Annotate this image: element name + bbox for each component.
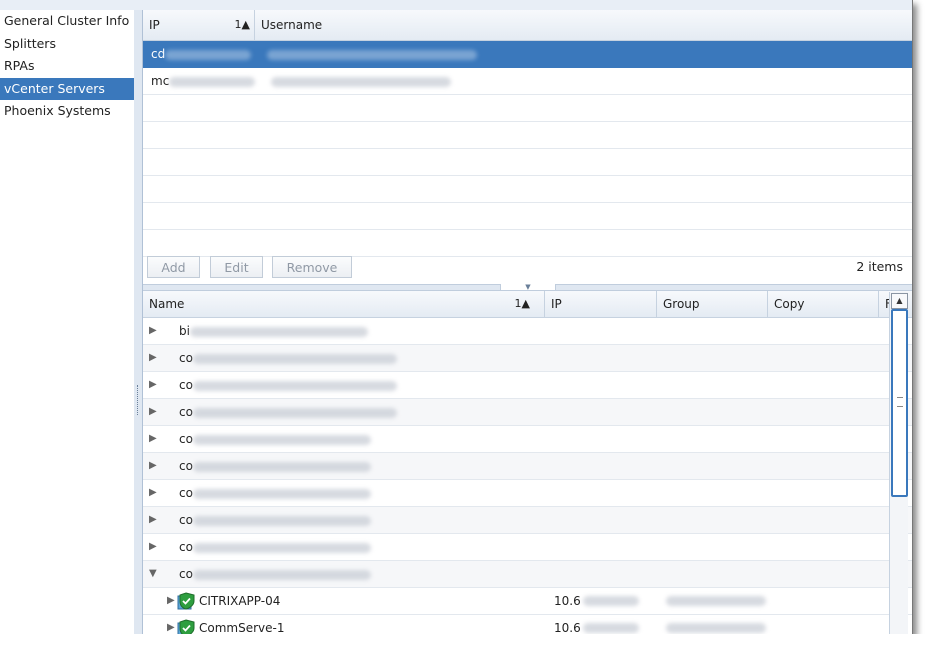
splitter-collapse-icon[interactable]: ▼ bbox=[500, 284, 556, 291]
vm-tree-header: Name 1▲ IP Group Copy F bbox=[143, 291, 912, 318]
redacted-ip bbox=[583, 623, 639, 633]
server-ip-cell: mc bbox=[151, 74, 170, 88]
expand-arrow-icon[interactable]: ▶ bbox=[149, 372, 157, 398]
redacted-ip bbox=[583, 596, 639, 606]
table-row[interactable]: mc bbox=[143, 68, 912, 95]
expand-arrow-icon[interactable]: ▶ bbox=[149, 345, 157, 371]
redacted-host bbox=[192, 542, 371, 553]
tree-row-host[interactable]: ▶ co bbox=[143, 534, 912, 561]
expand-arrow-icon[interactable]: ▶ bbox=[167, 615, 175, 634]
column-header-copy[interactable]: Copy bbox=[768, 291, 879, 317]
redacted-host bbox=[192, 407, 397, 418]
application-window: General Cluster Info Splitters RPAs vCen… bbox=[0, 0, 913, 635]
servers-table-body: cd mc bbox=[143, 41, 912, 257]
servers-table-header: IP 1▲ Username bbox=[143, 10, 912, 41]
redacted-host bbox=[192, 488, 371, 499]
vm-tree-body: ▶ bi ▶ co ▶ co ▶ co ▶ co ▶ co ▶ co ▶ co … bbox=[143, 318, 912, 634]
tree-row-host-expanded[interactable]: ▼ co bbox=[143, 561, 912, 588]
tree-row-host[interactable]: ▶ co bbox=[143, 453, 912, 480]
tree-row-host[interactable]: ▶ co bbox=[143, 399, 912, 426]
column-header-ip-label: IP bbox=[149, 18, 160, 32]
redacted-host bbox=[192, 353, 397, 364]
item-count: 2 items bbox=[856, 259, 903, 274]
vm-name: CITRIXAPP-04 bbox=[199, 594, 281, 608]
expand-arrow-icon[interactable]: ▶ bbox=[149, 453, 157, 479]
redacted-host bbox=[192, 434, 371, 445]
vm-ip: 10.6 bbox=[554, 621, 581, 634]
redacted-group bbox=[666, 623, 766, 633]
tree-row-host[interactable]: ▶ co bbox=[143, 345, 912, 372]
column-header-group-label: Group bbox=[663, 297, 700, 311]
expand-arrow-icon[interactable]: ▶ bbox=[149, 318, 157, 344]
sidebar-item-vcenter-servers[interactable]: vCenter Servers bbox=[0, 77, 134, 100]
scrollbar-thumb[interactable] bbox=[891, 309, 908, 497]
redacted-host bbox=[189, 326, 368, 337]
vm-name: CommServe-1 bbox=[199, 621, 285, 634]
main-panel: IP 1▲ Username cd mc Add Edit Remove 2 i… bbox=[143, 10, 912, 634]
sidebar-item-splitters[interactable]: Splitters bbox=[0, 33, 134, 56]
scroll-up-arrow-icon[interactable]: ▲ bbox=[891, 293, 908, 309]
tree-row-host[interactable]: ▶ co bbox=[143, 480, 912, 507]
expand-arrow-icon[interactable]: ▶ bbox=[149, 534, 157, 560]
expand-arrow-icon[interactable]: ▶ bbox=[149, 399, 157, 425]
server-ip-cell: cd bbox=[151, 47, 166, 61]
redacted-ip bbox=[165, 49, 252, 60]
vm-ip: 10.6 bbox=[554, 594, 581, 608]
sort-ascending-icon: 1▲ bbox=[514, 297, 530, 310]
vertical-scrollbar[interactable]: ▲ bbox=[889, 292, 908, 634]
redacted-host bbox=[192, 569, 371, 580]
sidebar-item-rpas[interactable]: RPAs bbox=[0, 55, 134, 78]
sidebar: General Cluster Info Splitters RPAs vCen… bbox=[0, 10, 135, 634]
tree-row-host[interactable]: ▶ co bbox=[143, 372, 912, 399]
table-row-empty bbox=[143, 203, 912, 230]
table-row-empty bbox=[143, 149, 912, 176]
tree-row-host[interactable]: ▶ co bbox=[143, 426, 912, 453]
column-header-group[interactable]: Group bbox=[657, 291, 768, 317]
table-row-empty bbox=[143, 176, 912, 203]
column-header-name-label: Name bbox=[149, 297, 185, 311]
redacted-username bbox=[271, 76, 452, 87]
column-header-username-label: Username bbox=[261, 18, 323, 32]
tree-row-vm[interactable]: ▶ CITRIXAPP-04 10.6 bbox=[143, 588, 912, 615]
column-header-ip[interactable]: IP 1▲ bbox=[143, 10, 255, 40]
sidebar-item-phoenix-systems[interactable]: Phoenix Systems bbox=[0, 100, 134, 123]
redacted-host bbox=[192, 515, 371, 526]
edit-button[interactable]: Edit bbox=[210, 256, 263, 278]
redacted-username bbox=[267, 49, 478, 60]
servers-toolbar: Add Edit Remove 2 items bbox=[143, 254, 912, 284]
sort-ascending-icon: 1▲ bbox=[234, 18, 250, 31]
column-header-copy-label: Copy bbox=[774, 297, 805, 311]
add-button[interactable]: Add bbox=[147, 256, 200, 278]
table-row-empty bbox=[143, 95, 912, 122]
table-row-empty bbox=[143, 122, 912, 149]
remove-button[interactable]: Remove bbox=[272, 256, 352, 278]
splitter-grip-icon[interactable] bbox=[137, 385, 140, 415]
expand-arrow-icon[interactable]: ▶ bbox=[167, 588, 175, 614]
screenshot-torn-edge bbox=[0, 634, 940, 654]
column-header-ip[interactable]: IP bbox=[545, 291, 657, 317]
redacted-ip bbox=[169, 76, 256, 87]
table-row-empty bbox=[143, 230, 912, 257]
column-header-ip-label: IP bbox=[551, 297, 562, 311]
tree-row-host[interactable]: ▶ co bbox=[143, 507, 912, 534]
expand-arrow-icon[interactable]: ▶ bbox=[149, 507, 157, 533]
table-row[interactable]: cd bbox=[143, 41, 912, 68]
sidebar-item-general-cluster-info[interactable]: General Cluster Info bbox=[0, 10, 134, 33]
scrollbar-grip-icon bbox=[897, 397, 903, 407]
expand-arrow-icon[interactable]: ▶ bbox=[149, 426, 157, 452]
column-header-name[interactable]: Name 1▲ bbox=[143, 291, 545, 317]
vm-tree-panel: Name 1▲ IP Group Copy F ▶ bbox=[143, 291, 912, 634]
collapse-arrow-icon[interactable]: ▼ bbox=[149, 561, 157, 587]
expand-arrow-icon[interactable]: ▶ bbox=[149, 480, 157, 506]
redacted-group bbox=[666, 596, 766, 606]
tree-row-vm[interactable]: ▶ CommServe-1 10.6 bbox=[143, 615, 912, 634]
redacted-host bbox=[192, 380, 397, 391]
vertical-splitter[interactable] bbox=[134, 10, 143, 634]
tree-row-host[interactable]: ▶ bi bbox=[143, 318, 912, 345]
redacted-host bbox=[192, 461, 371, 472]
column-header-username[interactable]: Username bbox=[255, 10, 912, 40]
